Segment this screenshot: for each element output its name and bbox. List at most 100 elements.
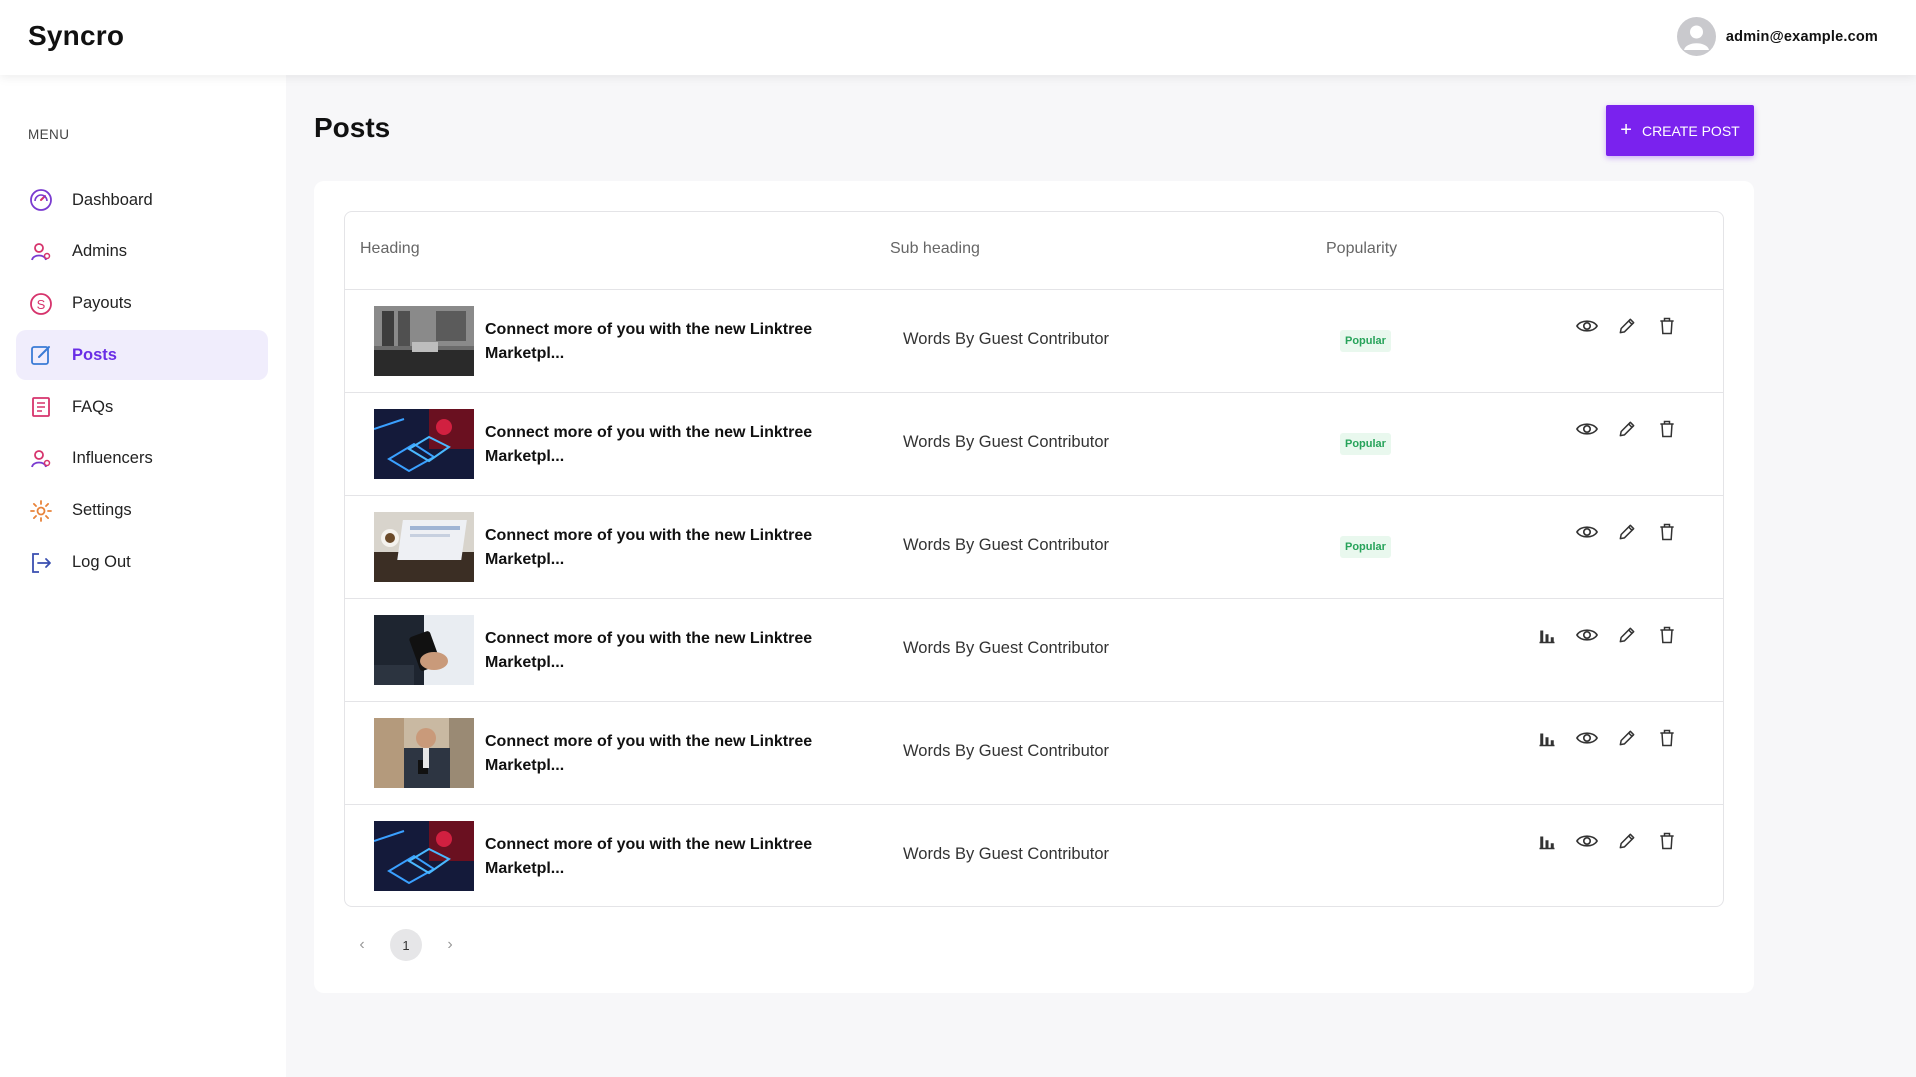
user-email[interactable]: admin@example.com: [1726, 29, 1878, 45]
edit-icon[interactable]: [1615, 314, 1639, 338]
menu-title: MENU: [28, 127, 70, 142]
row-actions: [1575, 520, 1679, 544]
column-header-heading: Heading: [360, 240, 420, 257]
edit-icon[interactable]: [1615, 520, 1639, 544]
view-icon[interactable]: [1575, 623, 1599, 647]
post-sub-heading: Words By Guest Contributor: [903, 845, 1110, 863]
sidebar-item-label: Dashboard: [72, 190, 153, 209]
table-row[interactable]: Connect more of you with the new Linktre…: [345, 393, 1723, 496]
sidebar-item-settings[interactable]: Settings: [16, 486, 268, 536]
sidebar-item-label: Settings: [72, 501, 132, 520]
posts-card: Heading Sub heading Popularity Connect m…: [314, 181, 1754, 993]
logout-icon: [28, 550, 54, 576]
view-icon[interactable]: [1575, 314, 1599, 338]
popularity-badge: Popular: [1340, 433, 1391, 455]
admins-icon: [28, 239, 54, 265]
post-thumbnail: [374, 821, 474, 891]
post-thumbnail: [374, 409, 474, 479]
row-actions: [1575, 314, 1679, 338]
faqs-icon: [28, 394, 54, 420]
sidebar-item-influencers[interactable]: Influencers: [16, 434, 268, 484]
posts-icon: [28, 342, 54, 368]
table-row[interactable]: Connect more of you with the new Linktre…: [345, 599, 1723, 702]
post-thumbnail: [374, 615, 474, 685]
sidebar-item-faqs[interactable]: FAQs: [16, 382, 268, 432]
create-post-label: CREATE POST: [1641, 122, 1740, 139]
post-heading: Connect more of you with the new Linktre…: [485, 733, 813, 774]
analytics-icon[interactable]: [1535, 829, 1559, 853]
app-logo[interactable]: Syncro: [28, 20, 124, 52]
view-icon[interactable]: [1575, 417, 1599, 441]
analytics-icon[interactable]: [1535, 726, 1559, 750]
post-heading: Connect more of you with the new Linktre…: [485, 836, 813, 877]
view-icon[interactable]: [1575, 829, 1599, 853]
delete-icon[interactable]: [1655, 314, 1679, 338]
post-sub-heading: Words By Guest Contributor: [903, 536, 1110, 554]
row-actions: [1535, 726, 1679, 750]
popularity-badge: Popular: [1340, 536, 1391, 558]
table-row[interactable]: Connect more of you with the new Linktre…: [345, 496, 1723, 599]
plus-icon: +: [1620, 118, 1632, 141]
influencers-icon: [28, 446, 54, 472]
post-heading: Connect more of you with the new Linktre…: [485, 630, 813, 671]
post-sub-heading: Words By Guest Contributor: [903, 639, 1110, 657]
table-header: Heading Sub heading Popularity: [345, 212, 1723, 290]
sidebar-item-label: Log Out: [72, 553, 131, 572]
delete-icon[interactable]: [1655, 520, 1679, 544]
view-icon[interactable]: [1575, 726, 1599, 750]
page-title: Posts: [314, 112, 391, 143]
post-sub-heading: Words By Guest Contributor: [903, 433, 1110, 451]
edit-icon[interactable]: [1615, 726, 1639, 750]
post-sub-heading: Words By Guest Contributor: [903, 330, 1110, 348]
dashboard-icon: [28, 187, 54, 213]
delete-icon[interactable]: [1655, 726, 1679, 750]
avatar[interactable]: [1676, 17, 1716, 56]
user-icon: [1683, 25, 1709, 50]
table-row[interactable]: Connect more of you with the new Linktre…: [345, 290, 1723, 393]
prev-page-button[interactable]: ‹: [356, 936, 368, 954]
sidebar-item-label: Admins: [72, 242, 128, 261]
post-sub-heading: Words By Guest Contributor: [903, 742, 1110, 760]
analytics-icon[interactable]: [1535, 623, 1559, 647]
sidebar-item-payouts[interactable]: S Payouts: [16, 279, 268, 329]
svg-text:S: S: [37, 297, 46, 312]
table-row[interactable]: Connect more of you with the new Linktre…: [345, 702, 1723, 805]
popularity-badge: Popular: [1340, 330, 1391, 352]
table-row[interactable]: Connect more of you with the new Linktre…: [345, 805, 1723, 906]
delete-icon[interactable]: [1655, 829, 1679, 853]
edit-icon[interactable]: [1615, 829, 1639, 853]
edit-icon[interactable]: [1615, 417, 1639, 441]
sidebar: MENU Dashboard Admins S Payouts Posts FA…: [0, 75, 286, 1077]
row-actions: [1535, 623, 1679, 647]
create-post-button[interactable]: + CREATE POST: [1606, 105, 1754, 156]
sidebar-item-logout[interactable]: Log Out: [16, 538, 268, 588]
column-header-popularity: Popularity: [1326, 240, 1398, 257]
settings-icon: [28, 498, 54, 524]
row-actions: [1535, 829, 1679, 853]
post-heading: Connect more of you with the new Linktre…: [485, 527, 813, 568]
post-thumbnail: [374, 306, 474, 376]
top-bar: Syncro admin@example.com: [0, 0, 1916, 75]
sidebar-nav: Dashboard Admins S Payouts Posts FAQs In…: [16, 175, 268, 589]
edit-icon[interactable]: [1615, 623, 1639, 647]
view-icon[interactable]: [1575, 520, 1599, 544]
next-page-button[interactable]: ›: [444, 936, 456, 954]
sidebar-item-label: Influencers: [72, 449, 153, 468]
payouts-icon: S: [28, 291, 54, 317]
page-number-button[interactable]: 1: [390, 929, 422, 961]
sidebar-item-label: Payouts: [72, 294, 132, 313]
sidebar-item-admins[interactable]: Admins: [16, 227, 268, 277]
delete-icon[interactable]: [1655, 417, 1679, 441]
delete-icon[interactable]: [1655, 623, 1679, 647]
post-thumbnail: [374, 512, 474, 582]
pagination: ‹ 1 ›: [356, 929, 456, 961]
user-menu[interactable]: admin@example.com: [1676, 17, 1878, 56]
post-heading: Connect more of you with the new Linktre…: [485, 424, 813, 465]
row-actions: [1575, 417, 1679, 441]
sidebar-item-label: Posts: [72, 345, 117, 364]
main-content: Posts + CREATE POST Heading Sub heading …: [286, 75, 1916, 1077]
post-thumbnail: [374, 718, 474, 788]
sidebar-item-dashboard[interactable]: Dashboard: [16, 175, 268, 225]
sidebar-item-posts[interactable]: Posts: [16, 330, 268, 381]
sidebar-item-label: FAQs: [72, 397, 114, 416]
